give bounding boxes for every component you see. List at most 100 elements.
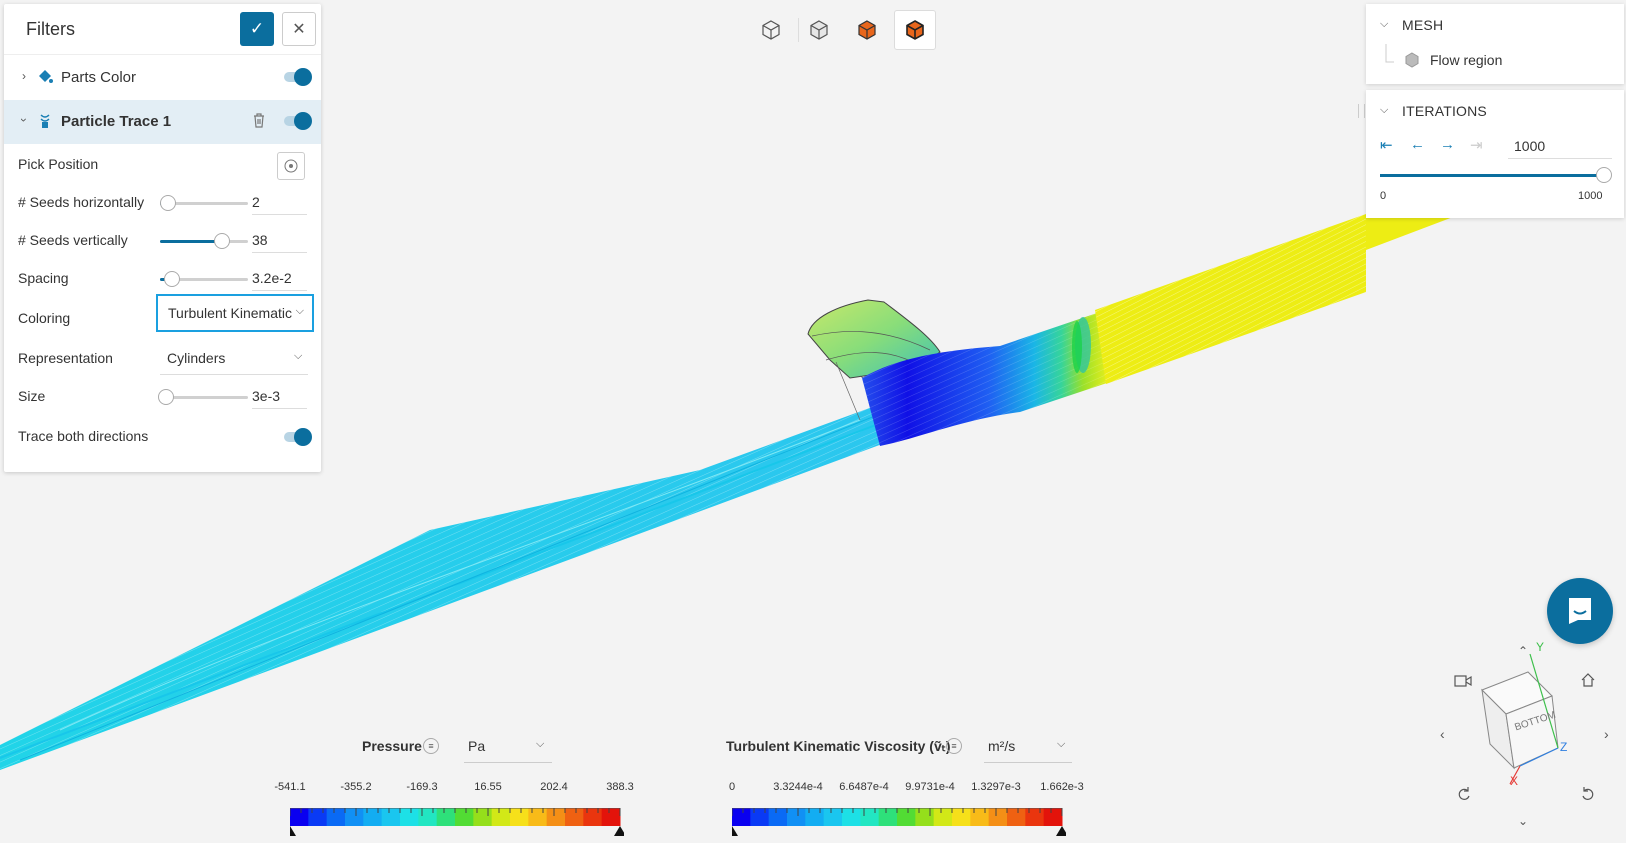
chevron-down-icon[interactable]: ⌵ — [1380, 104, 1388, 117]
iterations-panel: ⌵ ITERATIONS ⇤ ← → ⇥ 1000 0 1000 — [1366, 90, 1624, 218]
particle-trace-icon — [40, 114, 50, 128]
colorbar-segment — [1025, 808, 1045, 826]
colorbar-segment — [363, 808, 383, 826]
colorbar-segment — [952, 808, 971, 826]
close-button[interactable]: ✕ — [282, 12, 316, 46]
chat-button[interactable] — [1547, 578, 1613, 644]
close-icon: ✕ — [292, 21, 306, 38]
solid-view-icon[interactable] — [846, 10, 888, 50]
iteration-slider[interactable] — [1380, 167, 1612, 183]
tkv-legend-title: Turbulent Kinematic Viscosity (ṽₜ) — [726, 738, 951, 754]
filters-title: Filters — [26, 19, 75, 39]
colorbar-segment — [897, 808, 916, 826]
chevron-down-icon[interactable]: ⌵ — [536, 738, 544, 751]
pick-position-button[interactable] — [277, 152, 305, 180]
filters-panel: Filters ✓ ✕ › Parts Color › Particle Tra… — [4, 4, 321, 472]
spacing-value[interactable]: 3.2e-2 — [252, 270, 292, 286]
panel-resize-handle[interactable] — [1358, 104, 1365, 118]
tkv-unit-select[interactable]: m²/s — [988, 738, 1015, 754]
trash-icon[interactable] — [252, 112, 266, 128]
iterations-title: ITERATIONS — [1402, 103, 1487, 119]
seeds-vertically-label: # Seeds vertically — [18, 232, 128, 248]
coloring-select[interactable]: Turbulent Kinematic Viscosity ⌵ — [156, 294, 314, 332]
trace-both-directions-row: Trace both directions — [4, 418, 321, 456]
colorbar-segment — [823, 808, 843, 826]
filter-item-label: Parts Color — [61, 69, 137, 86]
colorbar-segment — [601, 808, 621, 826]
colorbar-tick-label: -541.1 — [274, 781, 306, 793]
orientation-widget: ⌃ ⌄ ‹ › BOTTOM X Y Z — [1436, 640, 1616, 828]
seeds-horizontally-label: # Seeds horizontally — [18, 194, 145, 210]
seeds-vertically-slider[interactable] — [160, 233, 248, 249]
first-iteration-icon[interactable]: ⇤ — [1380, 136, 1393, 154]
filter-item-particle-trace[interactable]: › Particle Trace 1 — [4, 100, 321, 144]
rotate-right-icon[interactable]: › — [1604, 726, 1609, 742]
spacing-label: Spacing — [18, 270, 69, 286]
chevron-down-icon[interactable]: ⌵ — [1380, 18, 1388, 31]
particle-trace-toggle[interactable] — [284, 112, 312, 130]
cube-icon — [1405, 52, 1419, 68]
colorbar-segment — [436, 808, 456, 826]
wireframe-view-icon[interactable] — [750, 10, 792, 50]
colorbar-segment — [860, 808, 880, 826]
colorbar-segment — [491, 808, 511, 826]
pick-position-row: Pick Position — [4, 146, 321, 184]
rotate-left-icon[interactable]: ‹ — [1440, 726, 1445, 742]
colorbar-tick-label: 1.3297e-3 — [971, 781, 1021, 793]
chat-icon — [1569, 598, 1591, 624]
iteration-max-label: 1000 — [1578, 190, 1603, 202]
pressure-unit-select[interactable]: Pa — [468, 738, 485, 754]
colorbar-segment — [308, 808, 328, 826]
menu-icon[interactable]: ≡ — [946, 738, 962, 754]
mesh-item-flow-region[interactable]: Flow region — [1430, 52, 1502, 68]
parts-color-toggle[interactable] — [284, 68, 312, 86]
colorbar-segment — [1043, 808, 1063, 826]
iteration-min-label: 0 — [1380, 190, 1387, 202]
size-label: Size — [18, 388, 46, 404]
colorbar-segment — [787, 808, 806, 826]
colorbar-segment — [400, 808, 419, 826]
seeds-vertically-value[interactable]: 38 — [252, 232, 268, 248]
check-icon: ✓ — [249, 19, 265, 38]
spacing-slider[interactable] — [160, 271, 248, 287]
colorbar-tick-label: 6.6487e-4 — [839, 781, 889, 793]
trace-both-directions-toggle[interactable] — [284, 428, 312, 446]
colorbar-segment — [933, 808, 953, 826]
apply-button[interactable]: ✓ — [240, 12, 274, 46]
colorbar-segment — [1007, 808, 1026, 826]
previous-iteration-icon[interactable]: ← — [1410, 136, 1425, 153]
chevron-down-icon[interactable]: ⌵ — [294, 350, 302, 363]
surface-view-icon[interactable] — [798, 10, 840, 50]
size-slider[interactable] — [158, 389, 248, 405]
menu-icon[interactable]: ≡ — [423, 738, 439, 754]
colorbar-tick-label: -355.2 — [340, 781, 372, 793]
paint-bucket-icon — [39, 70, 53, 83]
representation-select[interactable]: Cylinders — [167, 350, 225, 366]
next-iteration-icon[interactable]: → — [1440, 136, 1455, 153]
colorbar-segment — [583, 808, 603, 826]
colorbar-segment — [381, 808, 401, 826]
chevron-right-icon[interactable]: › — [22, 69, 26, 83]
colorbar-segment — [528, 808, 548, 826]
coloring-row: Coloring Turbulent Kinematic Viscosity ⌵ — [4, 294, 321, 338]
range-max-handle — [614, 826, 626, 836]
chevron-down-icon[interactable]: ⌵ — [1057, 738, 1065, 751]
axis-x-label: X — [1510, 774, 1519, 788]
size-row: Size 3e-3 — [4, 378, 321, 416]
colorbar-segment — [750, 808, 770, 826]
colorbar-segment — [418, 808, 438, 826]
solid-edges-view-icon[interactable] — [894, 10, 936, 50]
filter-item-parts-color[interactable]: › Parts Color — [4, 56, 321, 100]
seeds-horizontally-slider[interactable] — [160, 195, 248, 211]
colorbar-tick-label: 0 — [728, 781, 736, 793]
pressure-colorbar — [284, 807, 626, 836]
size-value[interactable]: 3e-3 — [252, 388, 280, 404]
rotate-down-icon[interactable]: ⌄ — [1518, 814, 1528, 828]
colorbar-segment — [455, 808, 474, 826]
iteration-input[interactable]: 1000 — [1514, 138, 1545, 154]
trace-both-directions-label: Trace both directions — [18, 428, 149, 444]
seeds-horizontally-value[interactable]: 2 — [252, 194, 260, 210]
tree-connector — [1385, 44, 1394, 63]
representation-row: Representation Cylinders ⌵ — [4, 340, 321, 378]
chevron-down-icon[interactable]: › — [17, 118, 31, 122]
